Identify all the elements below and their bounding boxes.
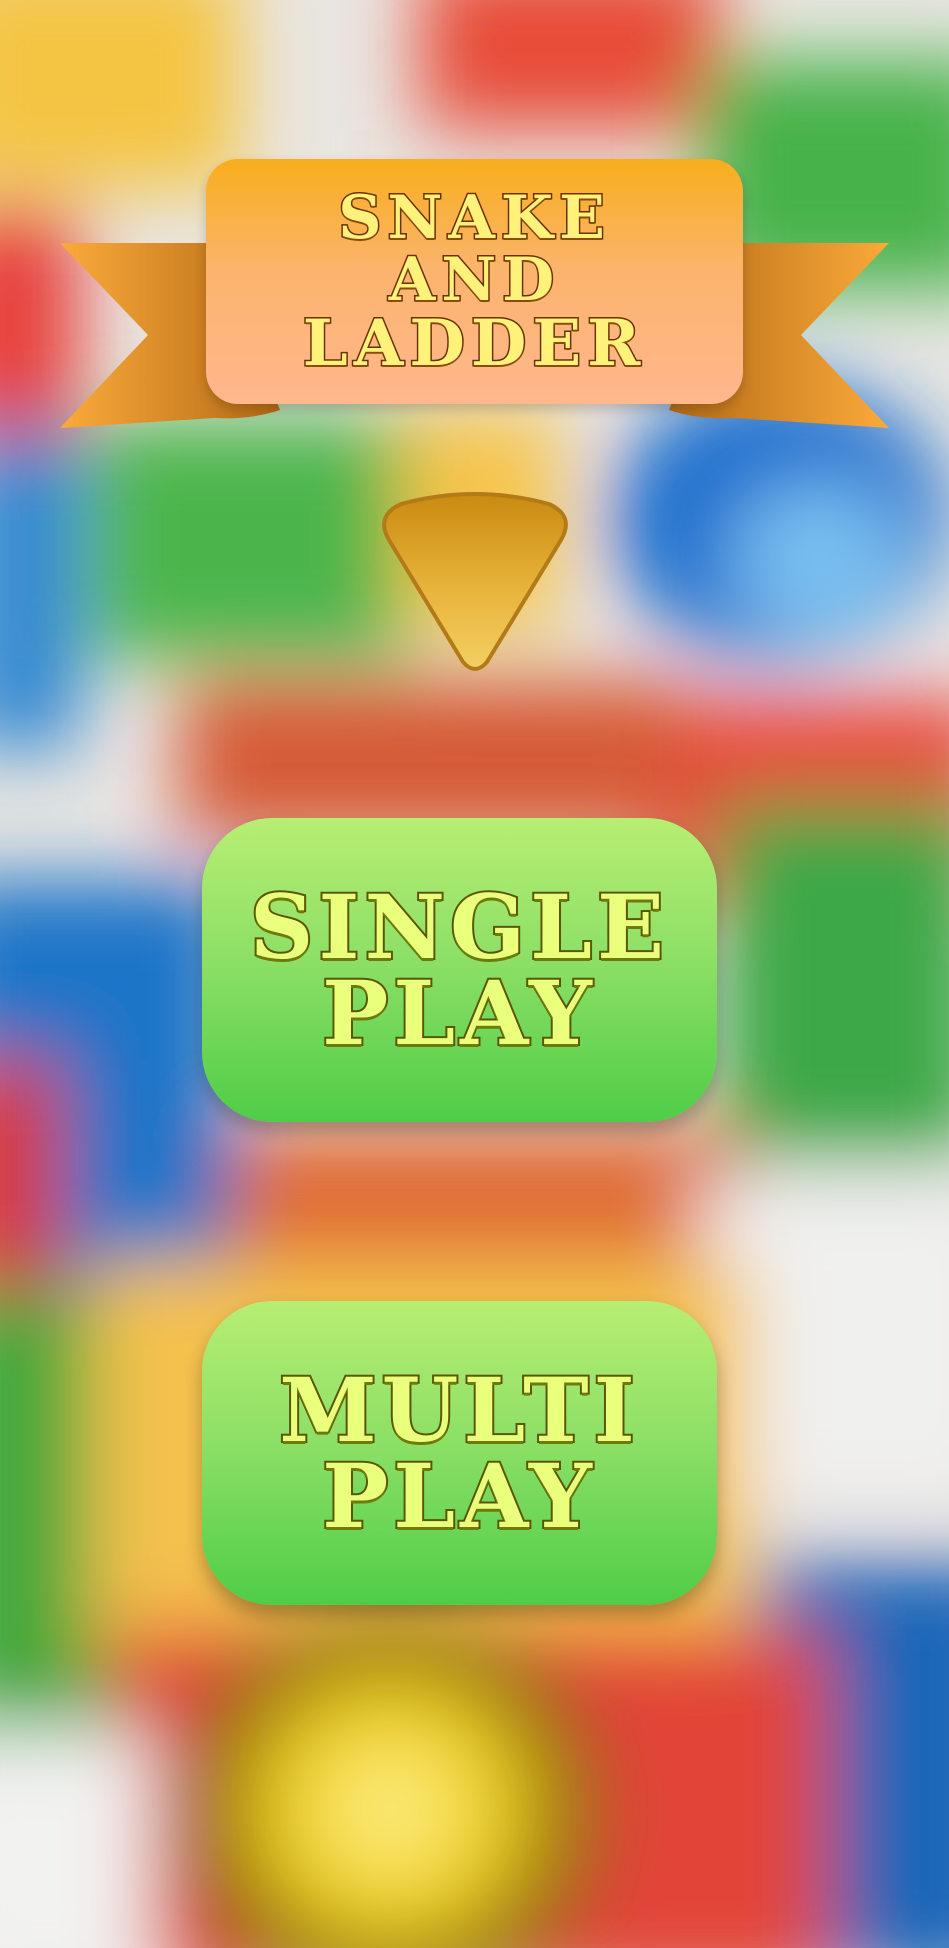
title-line-snake: SNAKE	[337, 182, 611, 253]
single-play-label-line2: PLAY	[320, 961, 597, 1065]
multi-play-label-line1: MULTI	[277, 1357, 640, 1462]
multi-play-button[interactable]: MULTI PLAY	[202, 1301, 717, 1605]
title-line-and: AND	[387, 244, 561, 315]
title-banner: SNAKE AND LADDER	[0, 0, 949, 480]
multi-play-label-line2: PLAY	[320, 1444, 597, 1548]
title-line-ladder: LADDER	[301, 305, 647, 381]
down-triangle-icon	[382, 492, 568, 671]
title-plaque: SNAKE AND LADDER	[206, 159, 743, 404]
single-play-button[interactable]: SINGLE PLAY	[202, 818, 717, 1122]
single-play-label-line1: SINGLE	[248, 874, 670, 979]
